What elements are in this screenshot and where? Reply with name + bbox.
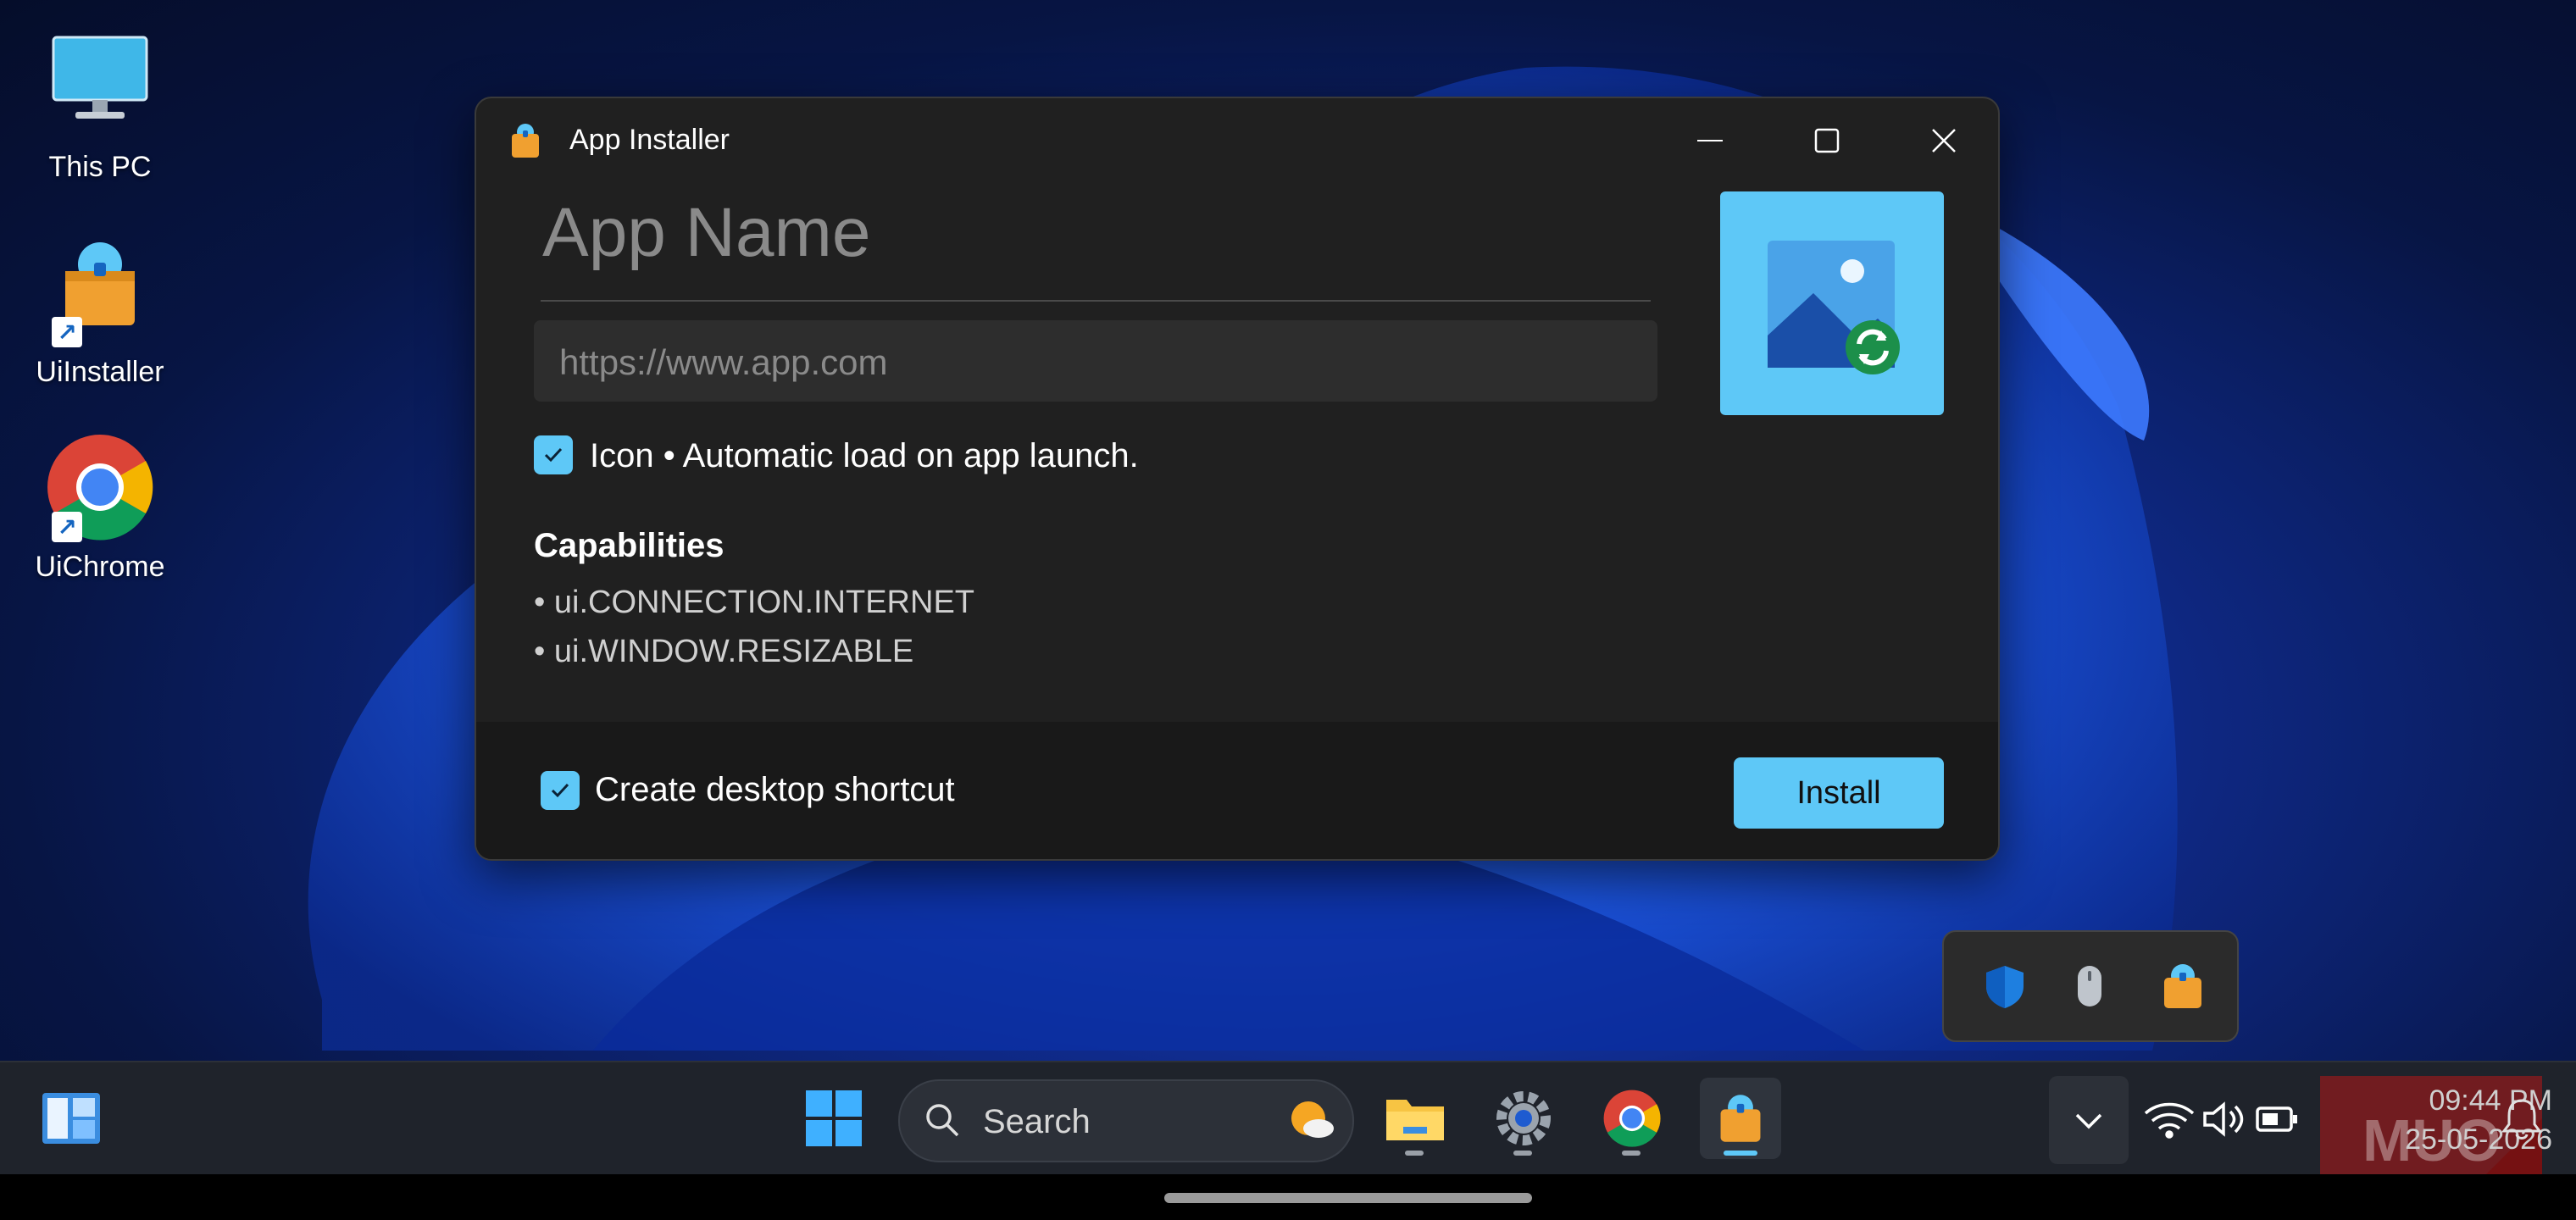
active-indicator — [1724, 1151, 1757, 1156]
icon-auto-load-label: Icon • Automatic load on app launch. — [590, 437, 1139, 474]
chrome-icon — [1603, 1090, 1661, 1147]
app-installer-window: App Installer App Name https://www.app.c… — [475, 97, 2000, 861]
tray-overflow-flyout — [1942, 930, 2239, 1042]
installer-bag-icon — [507, 122, 544, 159]
title-bar[interactable]: App Installer — [476, 98, 1998, 183]
chrome-icon: ↗ — [45, 432, 155, 542]
widgets-icon — [42, 1093, 100, 1144]
start-button[interactable] — [793, 1078, 874, 1159]
weather-sun-cloud-icon — [1291, 1101, 1334, 1138]
window-title: App Installer — [569, 124, 730, 156]
widgets-button[interactable] — [31, 1078, 112, 1159]
app-icon-preview[interactable] — [1720, 191, 1944, 415]
image-placeholder-icon — [1768, 241, 1900, 374]
create-shortcut-checkbox[interactable] — [541, 771, 580, 810]
maximize-button[interactable] — [1785, 115, 1869, 166]
running-indicator — [1622, 1151, 1641, 1156]
taskbar-settings[interactable] — [1483, 1078, 1564, 1159]
running-indicator — [1513, 1151, 1532, 1156]
create-shortcut-label: Create desktop shortcut — [595, 771, 955, 808]
checkmark-icon — [551, 783, 569, 798]
search-icon — [926, 1104, 959, 1137]
taskbar-file-explorer[interactable] — [1374, 1078, 1456, 1159]
maximize-icon — [1814, 128, 1840, 153]
desktop-icon-label: UiInstaller — [36, 356, 164, 388]
capabilities-heading: Capabilities — [534, 527, 724, 564]
installer-bag-icon — [1720, 1095, 1761, 1142]
settings-icon — [1496, 1091, 1551, 1145]
desktop-icon-uichrome[interactable]: ↗ UiChrome — [15, 432, 185, 584]
taskbar: Search MUO 09:44 PM 25-05-2026 — [0, 1061, 2576, 1188]
icon-auto-load-checkbox[interactable] — [534, 435, 573, 474]
desktop-icon-uiinstaller[interactable]: ↗ UiInstaller — [15, 237, 185, 389]
chevron-down-icon — [2075, 1113, 2102, 1129]
installer-bag-icon[interactable] — [2157, 961, 2208, 1012]
capability-item: • ui.CONNECTION.INTERNET — [534, 585, 974, 620]
app-name-underline — [541, 300, 1651, 302]
minimize-button[interactable] — [1668, 115, 1752, 166]
show-hidden-icons-button[interactable] — [2049, 1076, 2129, 1164]
windows-logo-icon — [806, 1090, 862, 1146]
desktop-icon-label: UiChrome — [35, 551, 165, 583]
volume-icon — [2203, 1101, 2244, 1137]
capability-item: • ui.WINDOW.RESIZABLE — [534, 634, 914, 669]
monitor-icon — [45, 32, 155, 142]
bell-icon — [2501, 1099, 2542, 1140]
file-explorer-icon — [1386, 1100, 1444, 1140]
search-placeholder: Search — [983, 1103, 1091, 1140]
taskbar-app-installer[interactable] — [1700, 1078, 1781, 1159]
url-placeholder: https://www.app.com — [559, 342, 888, 382]
home-gesture-pill[interactable] — [1164, 1193, 1532, 1203]
running-indicator — [1405, 1151, 1424, 1156]
url-input[interactable]: https://www.app.com — [534, 320, 1657, 402]
close-icon — [1932, 129, 1956, 152]
mouse-icon[interactable] — [2064, 961, 2115, 1012]
system-status-icons[interactable] — [2142, 1098, 2312, 1140]
minimize-icon — [1697, 140, 1723, 141]
taskbar-chrome[interactable] — [1591, 1078, 1673, 1159]
battery-icon — [2256, 1106, 2297, 1132]
desktop-icon-this-pc[interactable]: This PC — [15, 32, 185, 184]
install-button[interactable]: Install — [1734, 757, 1944, 829]
taskbar-search[interactable]: Search — [898, 1079, 1354, 1162]
checkmark-icon — [544, 447, 563, 463]
notifications-button[interactable] — [2481, 1078, 2562, 1159]
shortcut-arrow-icon: ↗ — [52, 317, 82, 347]
navigation-bar — [0, 1174, 2576, 1220]
app-name-field[interactable]: App Name — [542, 193, 870, 273]
wifi-icon — [2144, 1102, 2195, 1139]
defender-shield-icon[interactable] — [1979, 961, 2030, 1012]
close-button[interactable] — [1901, 115, 1986, 166]
shortcut-arrow-icon: ↗ — [52, 512, 82, 542]
desktop-icon-label: This PC — [48, 151, 152, 183]
installer-bag-icon: ↗ — [45, 237, 155, 347]
window-footer: Create desktop shortcut Install — [476, 722, 1998, 859]
